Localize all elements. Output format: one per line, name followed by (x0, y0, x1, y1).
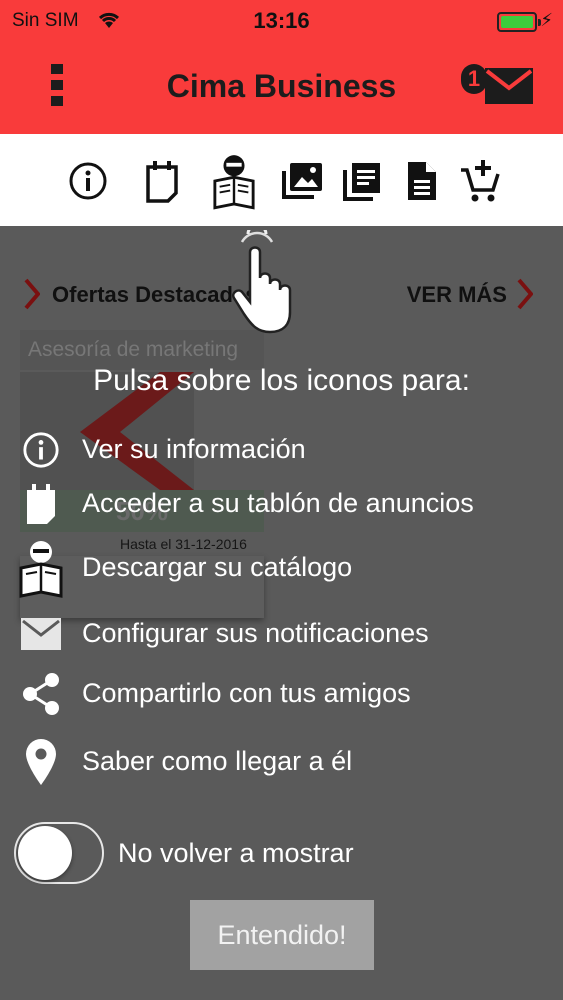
reader-icon[interactable] (212, 155, 256, 210)
instruction-item: Ver su información (0, 422, 563, 478)
instruction-item: Acceder a su tablón de anuncios (0, 476, 563, 532)
notification-badge: 1 (461, 64, 487, 94)
notepad-icon (16, 476, 66, 532)
instructions-heading: Pulsa sobre los iconos para: (93, 364, 470, 397)
library-icon[interactable] (340, 156, 384, 206)
instruction-text: Acceder a su tablón de anuncios (82, 488, 474, 518)
status-bar: Sin SIM 13:16 ⚡ (0, 0, 563, 44)
toggle-knob (18, 826, 72, 880)
mail-icon (485, 68, 533, 104)
instruction-text: Saber como llegar a él (82, 746, 353, 776)
instruction-text: Compartirlo con tus amigos (82, 678, 411, 708)
add-to-cart-icon[interactable] (458, 156, 502, 206)
reader-icon (16, 540, 66, 598)
instruction-text: Configurar sus notificaciones (82, 618, 429, 648)
notifications-button[interactable]: 1 (461, 62, 537, 110)
app-header: Sin SIM 13:16 ⚡ Cima Business 1 (0, 0, 563, 134)
mail-icon (16, 606, 66, 662)
dont-show-again-label: No volver a mostrar (118, 838, 354, 868)
chevron-right-icon (517, 278, 533, 310)
document-icon[interactable] (400, 156, 444, 206)
photos-icon[interactable] (280, 156, 324, 206)
location-pin-icon (16, 734, 66, 790)
see-more-link[interactable]: VER MÁS (407, 282, 507, 308)
icon-toolbar (0, 134, 563, 226)
chevron-right-icon (24, 278, 40, 310)
charging-icon: ⚡ (540, 10, 553, 30)
tap-hand-icon (226, 223, 306, 341)
info-icon[interactable] (66, 156, 110, 206)
instruction-item: Saber como llegar a él (0, 734, 563, 790)
info-icon (16, 422, 66, 478)
instruction-item: Compartirlo con tus amigos (0, 666, 563, 722)
share-icon (16, 666, 66, 722)
instruction-item: Configurar sus notificaciones (0, 606, 563, 662)
notepad-icon[interactable] (140, 156, 184, 206)
understood-button[interactable]: Entendido! (190, 900, 374, 970)
instruction-text: Ver su información (82, 434, 306, 464)
clock: 13:16 (253, 8, 310, 33)
instruction-item: Descargar su catálogo (0, 540, 563, 598)
dont-show-again-toggle[interactable] (14, 822, 104, 884)
instruction-text: Descargar su catálogo (82, 552, 353, 582)
battery-icon (497, 12, 541, 32)
